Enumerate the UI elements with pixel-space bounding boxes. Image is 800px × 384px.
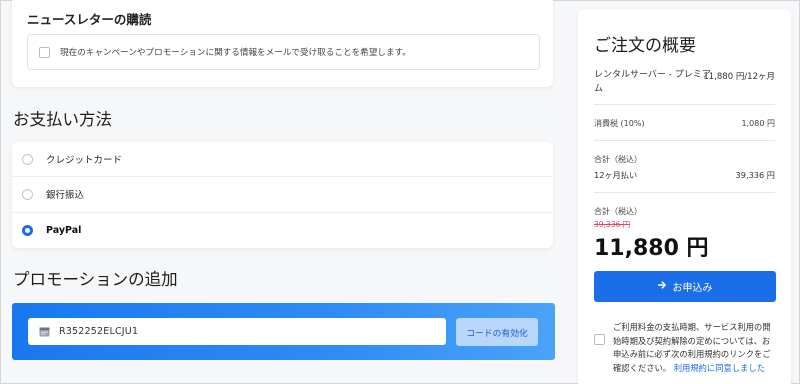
- promo-code-input[interactable]: R352252ELCJU1: [28, 318, 446, 345]
- promo-panel: R352252ELCJU1 コードの有効化: [12, 303, 555, 360]
- divider: [594, 104, 775, 105]
- payment-option-credit-card[interactable]: クレジットカード: [12, 142, 553, 178]
- order-button[interactable]: お申込み: [594, 271, 776, 302]
- total-price: 11,880 円: [594, 236, 709, 261]
- newsletter-checkbox[interactable]: [39, 46, 50, 58]
- payment-option-paypal[interactable]: PayPal: [12, 213, 553, 248]
- order-button-label: お申込み: [672, 283, 713, 294]
- plan-value: 39,336 円: [735, 170, 775, 180]
- payment-option-bank-transfer[interactable]: 銀行振込: [12, 177, 553, 213]
- newsletter-title: ニュースレターの購読: [27, 12, 152, 27]
- arrow-right-icon: [657, 281, 667, 292]
- order-summary: ご注文の概要 レンタルサーバー - プレミアム 11,880 円/12ヶ月 消費…: [578, 9, 791, 384]
- tax-label: 消費税 (10%): [594, 119, 645, 128]
- payment-option-label: PayPal: [46, 224, 82, 236]
- divider: [594, 192, 775, 193]
- radio-paypal[interactable]: [22, 224, 33, 236]
- tax-value: 1,080 円: [741, 119, 775, 128]
- payment-heading: お支払い方法: [13, 110, 112, 129]
- terms-link[interactable]: 利用規約に同意しました: [674, 363, 765, 373]
- promo-code-value: R352252ELCJU1: [59, 326, 139, 337]
- original-total: 39,336 円: [594, 220, 631, 229]
- radio-credit-card[interactable]: [22, 153, 33, 165]
- radio-bank-transfer[interactable]: [22, 188, 33, 200]
- divider: [594, 140, 775, 141]
- promo-heading: プロモーションの追加: [13, 270, 178, 289]
- total-label: 合計（税込）: [594, 207, 642, 216]
- newsletter-option-text: 現在のキャンペーンやプロモーションに関する情報をメールで受け取ることを希望します…: [60, 48, 411, 58]
- terms-agreement: ご利用料金の支払時期、サービス利用の開始時期及び契約解除の定めについては、お申込…: [594, 321, 776, 375]
- terms-checkbox[interactable]: [594, 334, 605, 345]
- payment-option-label: 銀行振込: [46, 190, 85, 202]
- payment-option-label: クレジットカード: [46, 155, 123, 167]
- apply-code-button[interactable]: コードの有効化: [456, 318, 538, 346]
- item-price: 11,880 円/12ヶ月: [703, 72, 775, 82]
- payment-options: クレジットカード 銀行振込 PayPal: [12, 142, 553, 248]
- plan-label: 12ヶ月払い: [594, 170, 638, 180]
- terms-text-block: ご利用料金の支払時期、サービス利用の開始時期及び契約解除の定めについては、お申込…: [613, 321, 776, 375]
- newsletter-card: ニュースレターの購読 現在のキャンペーンやプロモーションに関する情報をメールで受…: [12, 0, 553, 87]
- summary-heading: ご注文の概要: [594, 36, 696, 56]
- coupon-icon: [39, 327, 50, 337]
- newsletter-option[interactable]: 現在のキャンペーンやプロモーションに関する情報をメールで受け取ることを希望します…: [27, 34, 540, 70]
- subtotal-label: 合計（税込）: [594, 155, 642, 164]
- item-name: レンタルサーバー - プレミアム: [594, 70, 711, 94]
